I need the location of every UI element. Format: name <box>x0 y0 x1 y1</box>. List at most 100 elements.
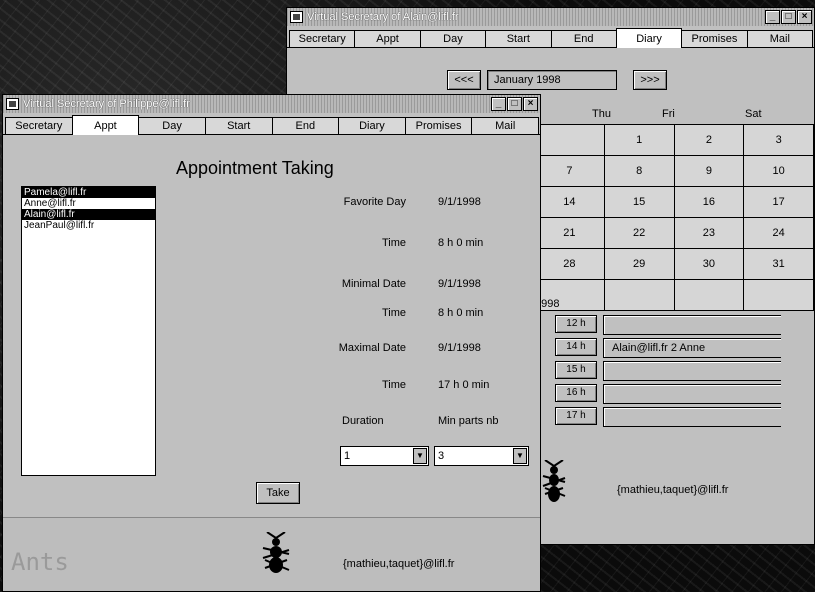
tab-diary[interactable]: Diary <box>338 117 406 134</box>
hour-slot-field[interactable] <box>603 384 781 404</box>
tab-start[interactable]: Start <box>485 30 552 47</box>
minimize-button[interactable]: _ <box>765 10 780 24</box>
ant-logo-icon <box>542 460 566 502</box>
next-month-button[interactable]: >>> <box>633 70 667 90</box>
front-window-titlebar[interactable]: Virtual Secretary of Philippe@lifl.fr _ … <box>3 95 540 113</box>
calendar-day-cell[interactable]: 15 <box>603 186 675 218</box>
chevron-down-icon[interactable]: ▼ <box>513 448 527 464</box>
calendar-week-row: 21 22 23 24 <box>534 217 814 249</box>
user-list-item[interactable]: Anne@lifl.fr <box>22 198 155 209</box>
hour-slot-row: 14 h Alain@lifl.fr 2 Anne <box>555 338 781 358</box>
tab-appt[interactable]: Appt <box>71 115 140 135</box>
time-label: Time <box>381 307 406 319</box>
calendar-day-cell[interactable]: 10 <box>743 155 814 187</box>
hour-slot-row: 16 h <box>555 384 781 404</box>
user-list[interactable]: Pamela@lifl.fr Anne@lifl.fr Alain@lifl.fr J… <box>21 186 156 476</box>
calendar-grid: 1 2 3 7 8 9 10 14 15 16 17 21 22 23 24 28 29 30 31 <box>534 124 814 311</box>
minimal-date-label: Minimal Date <box>341 278 406 290</box>
time-label: Time <box>381 379 406 391</box>
tab-mail[interactable]: Mail <box>471 117 539 134</box>
tab-day[interactable]: Day <box>419 30 487 47</box>
calendar-day-cell[interactable]: 24 <box>743 217 814 249</box>
calendar-day-cell[interactable] <box>673 279 745 311</box>
tab-day[interactable]: Day <box>138 117 206 134</box>
desktop-background: Virtual Secretary of Alain@lifl.fr _ □ ×… <box>0 0 815 592</box>
calendar-day-cell[interactable]: 8 <box>603 155 675 187</box>
calendar-week-row <box>534 279 814 311</box>
front-window-title: Virtual Secretary of Philippe@lifl.fr <box>23 98 190 110</box>
close-button[interactable]: × <box>523 97 538 111</box>
hour-slot-button[interactable]: 14 h <box>555 338 597 356</box>
month-field[interactable]: January 1998 <box>487 70 617 90</box>
calendar-day-cell[interactable] <box>534 124 605 156</box>
user-list-item[interactable]: Pamela@lifl.fr <box>22 187 155 198</box>
minimal-date-value: 9/1/1998 <box>438 278 481 290</box>
take-button[interactable]: Take <box>256 482 300 504</box>
tab-mail[interactable]: Mail <box>746 30 813 47</box>
calendar-day-cell[interactable]: 3 <box>743 124 814 156</box>
duration-select-value: 1 <box>344 450 351 462</box>
maximal-date-label: Maximal Date <box>338 342 406 354</box>
hour-slot-field[interactable] <box>603 315 781 335</box>
minimize-button[interactable]: _ <box>491 97 506 111</box>
duration-select[interactable]: 1 ▼ <box>340 446 429 466</box>
hour-slot-field[interactable] <box>603 361 781 381</box>
close-button[interactable]: × <box>797 10 812 24</box>
calendar-day-cell[interactable]: 14 <box>534 186 605 218</box>
calendar-day-cell[interactable]: 28 <box>534 248 605 280</box>
hour-slot-button[interactable]: 17 h <box>555 407 597 425</box>
hour-slot-button[interactable]: 12 h <box>555 315 597 333</box>
user-list-item[interactable]: JeanPaul@lifl.fr <box>22 220 155 231</box>
front-tab-bar: Secretary Appt Day Start End Diary Promi… <box>3 113 540 135</box>
hour-slot-button[interactable]: 15 h <box>555 361 597 379</box>
calendar-day-cell[interactable]: 2 <box>673 124 745 156</box>
tab-diary[interactable]: Diary <box>615 28 683 48</box>
tab-promises[interactable]: Promises <box>681 30 748 47</box>
tab-secretary[interactable]: Secretary <box>5 117 73 134</box>
day-header-fri: Fri <box>662 108 675 120</box>
favorite-day-value: 9/1/1998 <box>438 196 481 208</box>
maximize-button[interactable]: □ <box>781 10 796 24</box>
calendar-day-cell[interactable] <box>743 279 814 311</box>
tab-secretary[interactable]: Secretary <box>289 30 356 47</box>
calendar-day-cell[interactable]: 29 <box>603 248 675 280</box>
ants-logo: Ants <box>11 548 69 576</box>
calendar-day-cell[interactable]: 1 <box>603 124 675 156</box>
calendar-day-cell[interactable]: 21 <box>534 217 605 249</box>
hour-slot-button[interactable]: 16 h <box>555 384 597 402</box>
calendar-day-cell[interactable]: 22 <box>603 217 675 249</box>
calendar-day-cell[interactable]: 17 <box>743 186 814 218</box>
tab-promises[interactable]: Promises <box>404 117 473 134</box>
hour-slot-row: 12 h <box>555 315 781 335</box>
tab-end[interactable]: End <box>550 30 617 47</box>
time-label: Time <box>381 237 406 249</box>
calendar-day-cell[interactable]: 30 <box>673 248 745 280</box>
prev-month-button[interactable]: <<< <box>447 70 481 90</box>
day-header-sat: Sat <box>745 108 762 120</box>
chevron-down-icon[interactable]: ▼ <box>413 448 427 464</box>
front-contact-email: {mathieu,taquet}@lifl.fr <box>343 558 455 570</box>
calendar-week-row: 7 8 9 10 <box>534 155 814 187</box>
tab-start[interactable]: Start <box>204 117 273 134</box>
hour-slot-field[interactable] <box>603 407 781 427</box>
calendar-day-cell[interactable] <box>603 279 675 311</box>
calendar-day-cell[interactable]: 9 <box>673 155 745 187</box>
tab-end[interactable]: End <box>271 117 340 134</box>
day-header-thu: Thu <box>592 108 611 120</box>
month-navigation: <<< January 1998 >>> <box>447 70 667 90</box>
calendar-day-cell[interactable]: 16 <box>673 186 745 218</box>
back-window-titlebar[interactable]: Virtual Secretary of Alain@lifl.fr _ □ × <box>287 8 814 26</box>
calendar-day-cell[interactable]: 31 <box>743 248 814 280</box>
calendar-day-cell[interactable]: 23 <box>673 217 745 249</box>
front-window-philippe[interactable]: Virtual Secretary of Philippe@lifl.fr _ … <box>2 94 541 592</box>
min-parts-select[interactable]: 3 ▼ <box>434 446 529 466</box>
calendar-week-row: 28 29 30 31 <box>534 248 814 280</box>
favorite-day-label: Favorite Day <box>343 196 406 208</box>
tab-appt[interactable]: Appt <box>354 30 421 47</box>
maximize-button[interactable]: □ <box>507 97 522 111</box>
hour-slot-field[interactable]: Alain@lifl.fr 2 Anne <box>603 338 781 358</box>
front-footer: Ants {mathieu,taquet}@lifl.fr <box>3 517 540 591</box>
user-list-item[interactable]: Alain@lifl.fr <box>22 209 155 220</box>
calendar-day-cell[interactable]: 7 <box>534 155 605 187</box>
app-icon <box>6 98 19 110</box>
